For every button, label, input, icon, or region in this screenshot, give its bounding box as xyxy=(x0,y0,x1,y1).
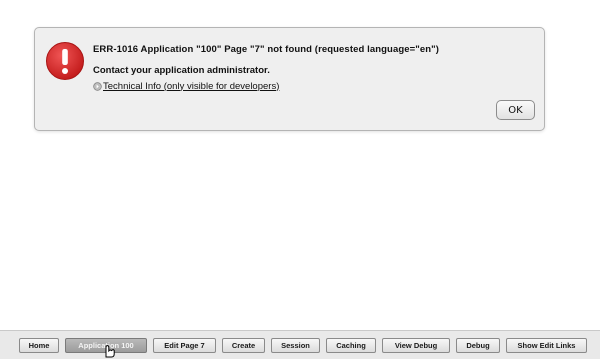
create-button[interactable]: Create xyxy=(222,338,265,353)
show-edit-links-button[interactable]: Show Edit Links xyxy=(506,338,587,353)
technical-info-link[interactable]: Technical Info (only visible for develop… xyxy=(93,80,279,92)
view-debug-button[interactable]: View Debug xyxy=(382,338,450,353)
expand-info-icon xyxy=(93,81,102,91)
caching-button[interactable]: Caching xyxy=(326,338,376,353)
technical-info-label: Technical Info (only visible for develop… xyxy=(103,80,280,92)
error-circle-icon xyxy=(46,42,84,80)
developer-toolbar: Home Application 100 Edit Page 7 Create … xyxy=(0,330,600,359)
ok-button[interactable]: OK xyxy=(496,100,535,120)
error-title: ERR-1016 Application "100" Page "7" not … xyxy=(93,44,440,55)
edit-page-button[interactable]: Edit Page 7 xyxy=(153,338,216,353)
mouse-cursor-icon xyxy=(105,345,115,358)
error-dialog: ERR-1016 Application "100" Page "7" not … xyxy=(34,27,545,131)
error-message: Contact your application administrator. xyxy=(93,65,270,76)
session-button[interactable]: Session xyxy=(271,338,320,353)
home-button[interactable]: Home xyxy=(19,338,59,353)
debug-button[interactable]: Debug xyxy=(456,338,500,353)
